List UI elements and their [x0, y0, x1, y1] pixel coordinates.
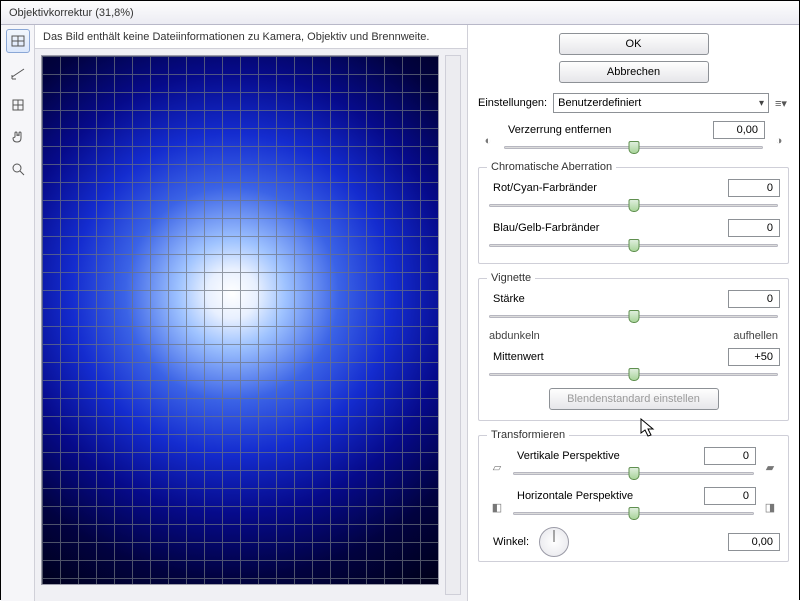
hpersp-value[interactable]: 0: [704, 487, 756, 505]
vignette-mid-value[interactable]: +50: [728, 348, 780, 366]
preview-grid-overlay: [42, 56, 438, 584]
cancel-button[interactable]: Abbrechen: [559, 61, 709, 83]
vpersp-slider[interactable]: [513, 467, 754, 481]
zoom-tool[interactable]: [6, 157, 30, 181]
vignette-amount-value[interactable]: 0: [728, 290, 780, 308]
vpersp-right-icon: ▰: [766, 461, 774, 474]
main-container: Das Bild enthält keine Dateiinformatione…: [1, 25, 799, 601]
vignette-dark-label: abdunkeln: [489, 330, 540, 342]
settings-row: Einstellungen: Benutzerdefiniert ≡▾: [478, 93, 789, 113]
vpersp-value[interactable]: 0: [704, 447, 756, 465]
info-bar: Das Bild enthält keine Dateiinformatione…: [35, 25, 467, 49]
transform-group: Transformieren ▱ Vertikale Perspektive 0…: [478, 429, 789, 562]
distortion-tool[interactable]: [6, 29, 30, 53]
angle-value[interactable]: 0,00: [728, 533, 780, 551]
vignette-reset-button: Blendenstandard einstellen: [549, 388, 719, 410]
remove-distortion-value[interactable]: 0,00: [713, 121, 765, 139]
vpersp-label: Vertikale Perspektive: [511, 450, 704, 462]
preview-scrollbar-vertical[interactable]: [445, 55, 461, 595]
vignette-amount-label: Stärke: [487, 293, 728, 305]
chromatic-aberration-group: Chromatische Aberration Rot/Cyan-Farbrän…: [478, 161, 789, 264]
red-cyan-slider[interactable]: [489, 199, 778, 213]
vignette-mid-label: Mittenwert: [487, 351, 728, 363]
hpersp-slider[interactable]: [513, 507, 754, 521]
blue-yellow-label: Blau/Gelb-Farbränder: [487, 222, 728, 234]
tool-strip: [1, 25, 35, 601]
vignette-amount-slider[interactable]: [489, 310, 778, 324]
vpersp-left-icon: ▱: [493, 461, 501, 474]
chromatic-legend: Chromatische Aberration: [487, 161, 616, 173]
window-title: Objektivkorrektur (31,8%): [9, 7, 134, 19]
vignette-legend: Vignette: [487, 272, 535, 284]
vignette-light-label: aufhellen: [733, 330, 778, 342]
red-cyan-label: Rot/Cyan-Farbränder: [487, 182, 728, 194]
straighten-tool[interactable]: [6, 61, 30, 85]
blue-yellow-slider[interactable]: [489, 239, 778, 253]
remove-distortion-slider[interactable]: [504, 141, 763, 155]
ok-button[interactable]: OK: [559, 33, 709, 55]
remove-distortion-group: Verzerrung entfernen 0,00: [502, 121, 765, 155]
window-titlebar: Objektivkorrektur (31,8%): [1, 1, 799, 25]
hpersp-left-icon: ◧: [492, 501, 502, 514]
hpersp-label: Horizontale Perspektive: [511, 490, 704, 502]
hand-tool[interactable]: [6, 125, 30, 149]
hpersp-right-icon: ◨: [765, 501, 775, 514]
blue-yellow-value[interactable]: 0: [728, 219, 780, 237]
vignette-mid-slider[interactable]: [489, 368, 778, 382]
preview-canvas[interactable]: [41, 55, 439, 585]
info-message: Das Bild enthält keine Dateiinformatione…: [43, 31, 429, 43]
barrel-icon: ◐: [485, 135, 492, 147]
settings-label: Einstellungen:: [478, 97, 547, 109]
vignette-group: Vignette Stärke 0 abdunkeln aufhellen Mi…: [478, 272, 789, 421]
angle-dial[interactable]: [539, 527, 569, 557]
center-column: Das Bild enthält keine Dateiinformatione…: [35, 25, 467, 601]
transform-legend: Transformieren: [487, 429, 569, 441]
move-grid-tool[interactable]: [6, 93, 30, 117]
red-cyan-value[interactable]: 0: [728, 179, 780, 197]
remove-distortion-label: Verzerrung entfernen: [502, 124, 713, 136]
settings-value: Benutzerdefiniert: [558, 97, 641, 109]
pincushion-icon: ◑: [776, 135, 783, 147]
preview-wrap: [35, 49, 467, 601]
settings-combo[interactable]: Benutzerdefiniert: [553, 93, 769, 113]
settings-menu-icon[interactable]: ≡▾: [775, 97, 789, 110]
controls-panel: OK Abbrechen Einstellungen: Benutzerdefi…: [467, 25, 799, 601]
angle-label: Winkel:: [493, 536, 529, 548]
